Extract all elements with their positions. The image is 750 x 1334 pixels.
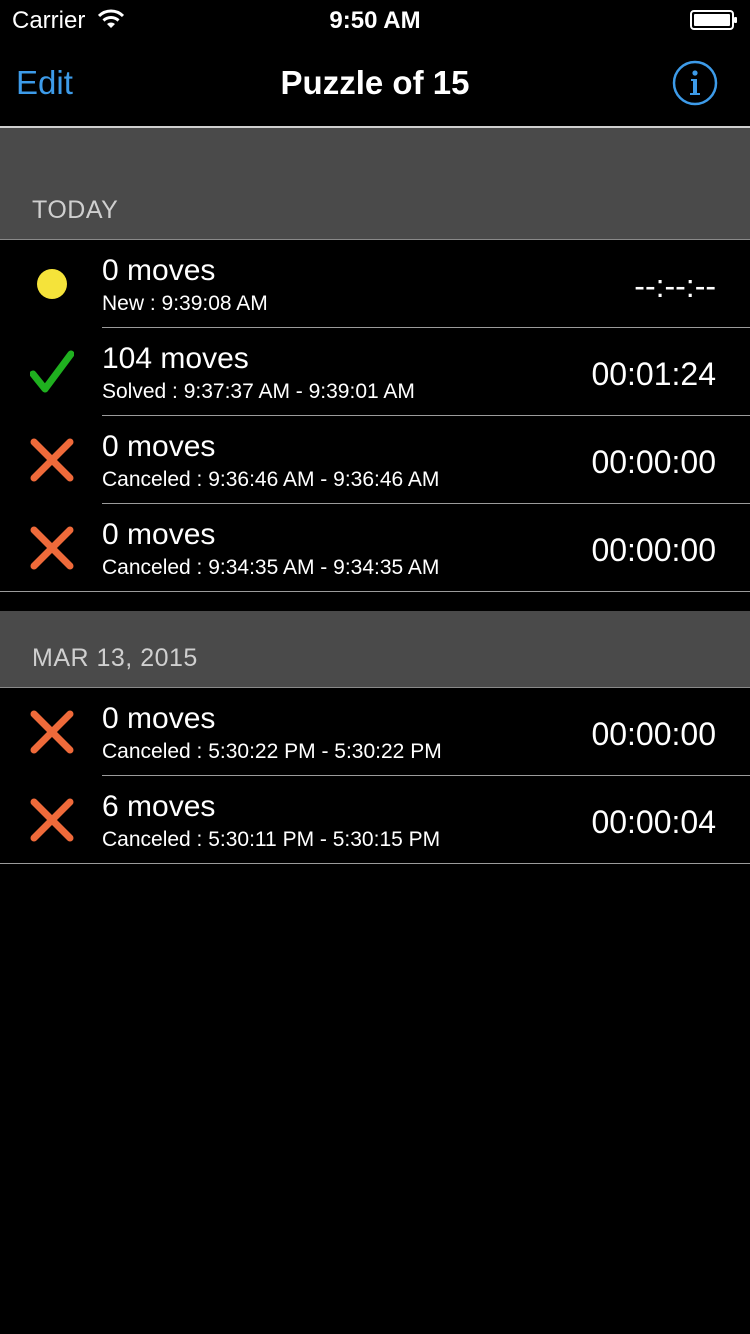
elapsed-time: 00:00:00 [591, 444, 716, 480]
section-title: TODAY [32, 196, 119, 224]
game-row[interactable]: 0 moves Canceled : 5:30:22 PM - 5:30:22 … [0, 688, 750, 776]
detail-label: Canceled : 9:34:35 AM - 9:34:35 AM [102, 556, 440, 579]
row-separator [0, 591, 750, 592]
elapsed-time: --:--:-- [634, 268, 716, 304]
elapsed-time: 00:01:24 [591, 356, 716, 392]
moves-label: 0 moves [102, 702, 216, 735]
cross-icon [30, 798, 74, 842]
cross-icon [30, 438, 74, 482]
status-time: 9:50 AM [329, 7, 421, 34]
moves-label: 6 moves [102, 790, 216, 823]
info-icon[interactable] [672, 60, 718, 106]
game-row[interactable]: 104 moves Solved : 9:37:37 AM - 9:39:01 … [0, 328, 750, 416]
page-title: Puzzle of 15 [280, 64, 470, 101]
section-header-today: TODAY [0, 128, 750, 240]
elapsed-time: 00:00:04 [591, 804, 716, 840]
game-row[interactable]: 0 moves New : 9:39:08 AM --:--:-- [0, 240, 750, 328]
moves-label: 0 moves [102, 430, 216, 463]
row-separator [0, 863, 750, 864]
cross-icon [30, 526, 74, 570]
moves-label: 0 moves [102, 518, 216, 551]
elapsed-time: 00:00:00 [591, 716, 716, 752]
detail-label: Solved : 9:37:37 AM - 9:39:01 AM [102, 380, 415, 403]
battery-icon [690, 10, 737, 30]
moves-label: 104 moves [102, 342, 249, 375]
navigation-bar: Edit Puzzle of 15 [0, 40, 750, 128]
detail-label: Canceled : 5:30:11 PM - 5:30:15 PM [102, 828, 441, 851]
detail-label: Canceled : 9:36:46 AM - 9:36:46 AM [102, 468, 440, 491]
moves-label: 0 moves [102, 254, 216, 287]
game-row[interactable]: 6 moves Canceled : 5:30:11 PM - 5:30:15 … [0, 776, 750, 864]
detail-label: Canceled : 5:30:22 PM - 5:30:22 PM [102, 740, 442, 763]
elapsed-time: 00:00:00 [591, 532, 716, 568]
section-title: MAR 13, 2015 [32, 644, 198, 672]
checkmark-icon [30, 350, 74, 393]
cross-icon [30, 710, 74, 754]
detail-label: New : 9:39:08 AM [102, 292, 268, 315]
game-row[interactable]: 0 moves Canceled : 9:36:46 AM - 9:36:46 … [0, 416, 750, 504]
game-row[interactable]: 0 moves Canceled : 9:34:35 AM - 9:34:35 … [0, 504, 750, 592]
yellow-dot-icon [37, 269, 67, 299]
status-bar: Carrier 9:50 AM [0, 0, 750, 40]
section-header-date: MAR 13, 2015 [0, 611, 750, 688]
